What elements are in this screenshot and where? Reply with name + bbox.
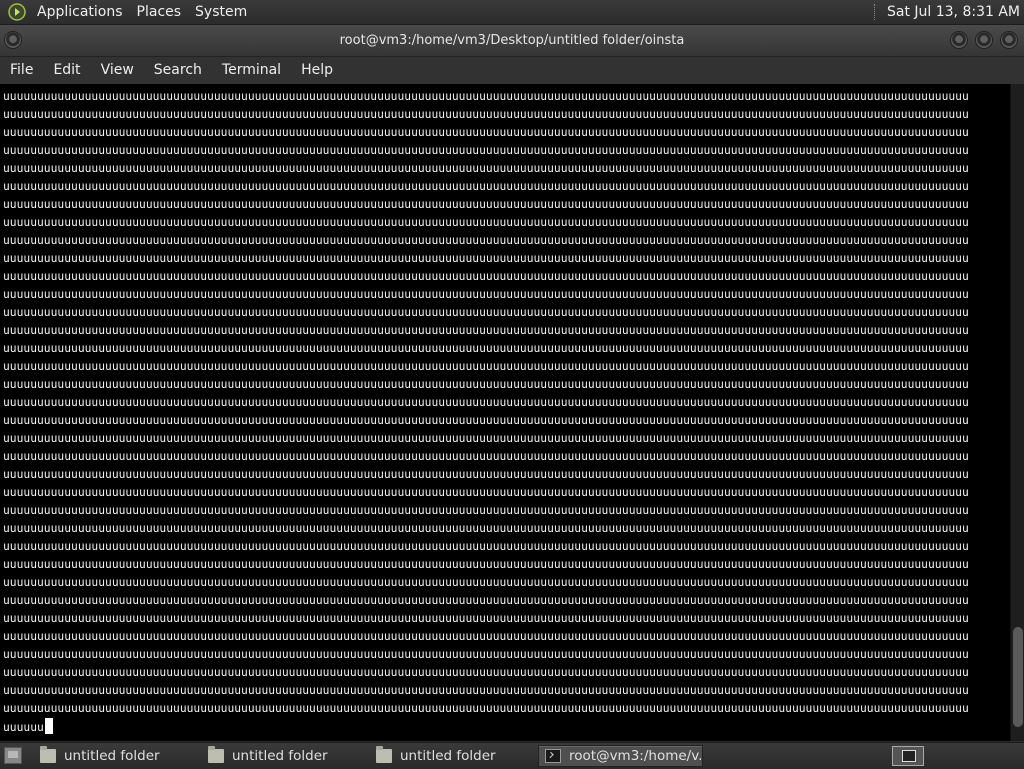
task-label: untitled folder bbox=[64, 748, 160, 764]
minimize-button[interactable] bbox=[950, 31, 968, 49]
scrollbar-thumb[interactable] bbox=[1013, 627, 1023, 727]
panel-separator bbox=[873, 4, 877, 20]
task-label: untitled folder bbox=[232, 748, 328, 764]
applications-logo-icon[interactable] bbox=[8, 3, 26, 21]
clock-area: Sat Jul 13, 8:31 AM bbox=[873, 0, 1020, 24]
task-untitled-folder-3[interactable]: untitled folder bbox=[370, 745, 535, 767]
menu-view[interactable]: View bbox=[91, 57, 144, 84]
terminal-cursor bbox=[44, 718, 53, 734]
menu-file[interactable]: File bbox=[0, 57, 43, 84]
bottom-panel: untitled folder untitled folder untitled… bbox=[0, 742, 1024, 769]
terminal-icon bbox=[545, 749, 561, 763]
folder-icon bbox=[208, 746, 224, 763]
folder-icon bbox=[40, 746, 56, 763]
close-button[interactable] bbox=[1000, 31, 1018, 49]
task-untitled-folder-1[interactable]: untitled folder bbox=[34, 745, 199, 767]
terminal-output-area[interactable]: uuuuuuuuuuuuuuuuuuuuuuuuuuuuuuuuuuuuuuuu… bbox=[0, 84, 1010, 741]
window-titlebar[interactable]: root@vm3:/home/vm3/Desktop/untitled fold… bbox=[0, 25, 1024, 57]
terminal-text: uuuuuuuuuuuuuuuuuuuuuuuuuuuuuuuuuuuuuuuu… bbox=[3, 90, 969, 734]
task-untitled-folder-2[interactable]: untitled folder bbox=[202, 745, 367, 767]
task-label: root@vm3:/home/v... bbox=[569, 748, 702, 764]
places-menu[interactable]: Places bbox=[130, 0, 189, 24]
menu-help[interactable]: Help bbox=[291, 57, 343, 84]
folder-icon bbox=[376, 746, 392, 763]
menu-edit[interactable]: Edit bbox=[43, 57, 90, 84]
menu-terminal[interactable]: Terminal bbox=[212, 57, 291, 84]
task-label: untitled folder bbox=[400, 748, 496, 764]
clock[interactable]: Sat Jul 13, 8:31 AM bbox=[887, 4, 1020, 20]
show-desktop-icon[interactable] bbox=[4, 747, 22, 764]
menubar: File Edit View Search Terminal Help bbox=[0, 57, 1024, 84]
task-terminal[interactable]: root@vm3:/home/v... bbox=[538, 745, 703, 767]
workspace-switcher[interactable] bbox=[892, 746, 924, 766]
system-menu[interactable]: System bbox=[188, 0, 254, 24]
top-panel: Applications Places System Sat Jul 13, 8… bbox=[0, 0, 1024, 25]
menu-search[interactable]: Search bbox=[144, 57, 212, 84]
maximize-button[interactable] bbox=[975, 31, 993, 49]
window-title: root@vm3:/home/vm3/Desktop/untitled fold… bbox=[339, 33, 685, 48]
terminal-scrollbar[interactable] bbox=[1010, 84, 1024, 741]
applications-menu[interactable]: Applications bbox=[30, 0, 130, 24]
